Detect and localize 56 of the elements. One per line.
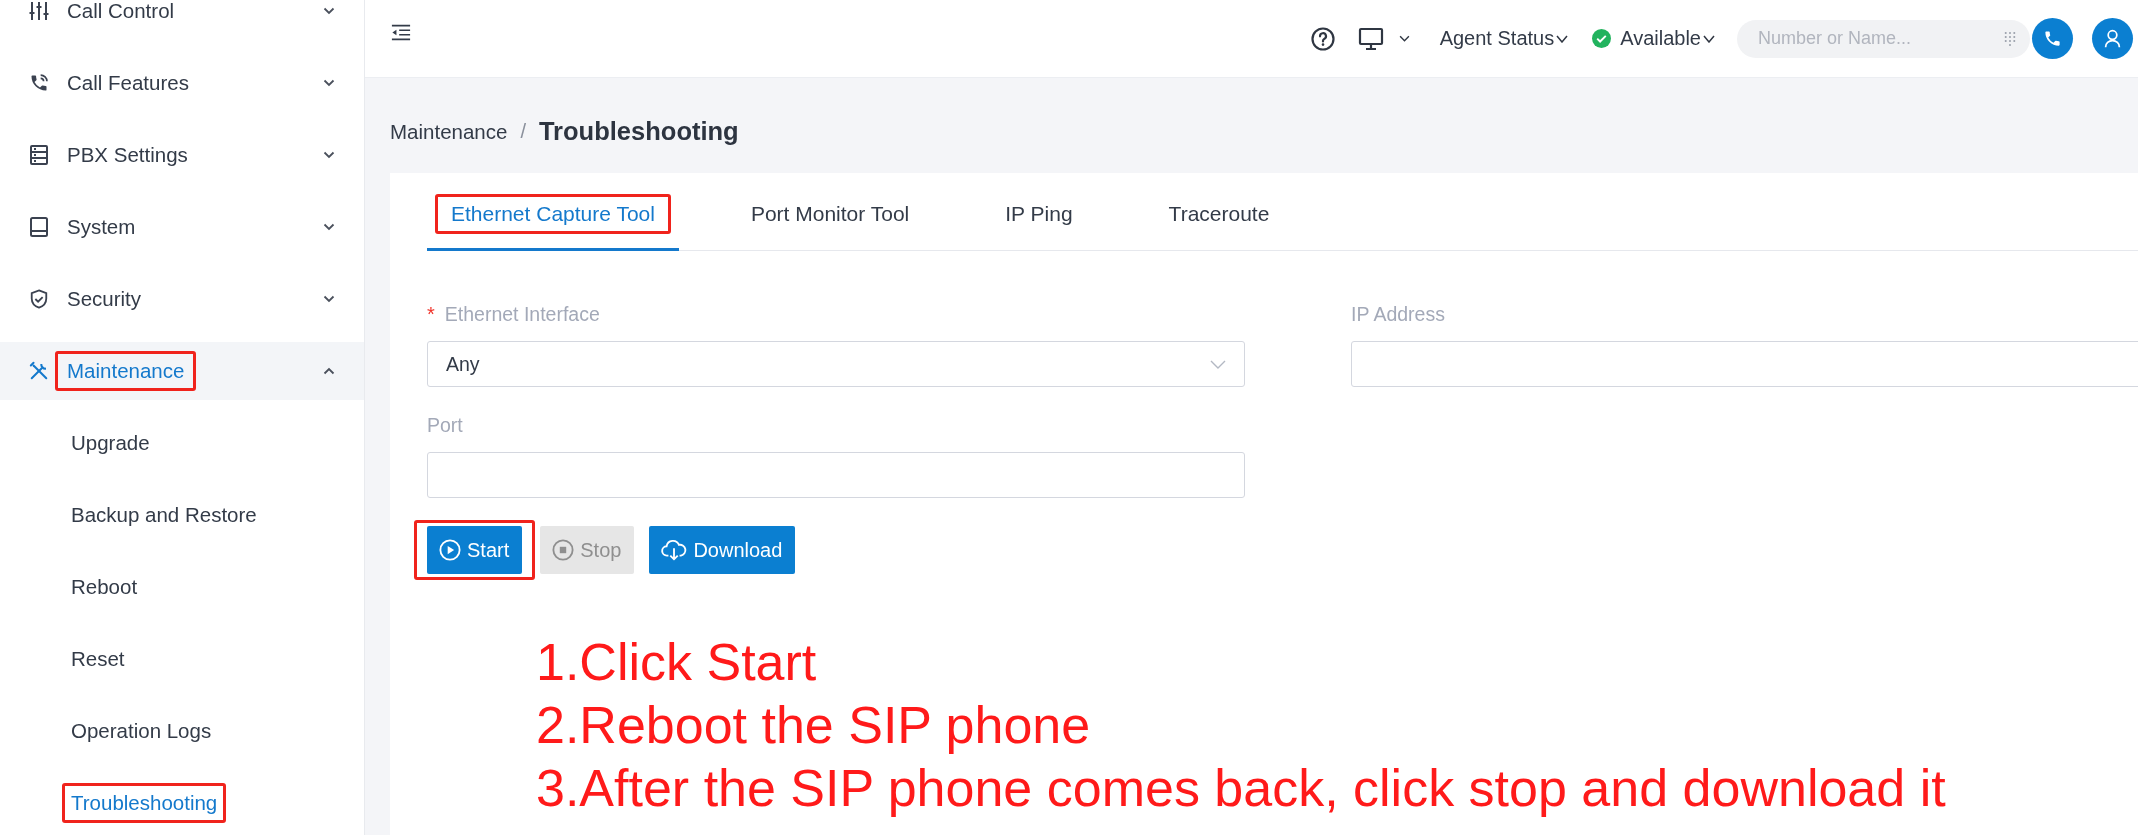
sidebar-subitem[interactable]: Troubleshooting	[0, 774, 364, 832]
agent-status-dropdown[interactable]: Agent Status	[1439, 27, 1569, 50]
breadcrumb-separator: /	[520, 120, 526, 143]
sidebar-item[interactable]: System	[0, 198, 364, 256]
sidebar-subitem[interactable]: Backup and Restore	[0, 486, 364, 544]
monitor-icon[interactable]	[1357, 26, 1384, 51]
sidebar-item[interactable]: Call Features	[0, 54, 364, 112]
input-field[interactable]	[427, 452, 1245, 498]
display-icon	[29, 217, 49, 237]
action-button[interactable]: Start	[427, 526, 523, 574]
instruction-step: 2.Reboot the SIP phone	[536, 694, 2138, 757]
sidebar-item[interactable]: Call Control	[0, 0, 364, 40]
chevron-down-icon[interactable]	[1398, 35, 1410, 42]
page-title: Troubleshooting	[538, 117, 739, 146]
sidebar-subitem[interactable]: Operation Logs	[0, 702, 364, 760]
action-button[interactable]: Download	[649, 526, 796, 574]
tab[interactable]: IP Ping	[981, 173, 1097, 251]
sidebar-subitem[interactable]: Reset	[0, 630, 364, 688]
caret-icon	[1556, 34, 1569, 43]
sidebar-item[interactable]: PBX Settings	[0, 126, 364, 184]
menu-collapse-icon[interactable]	[391, 24, 411, 41]
user-icon	[2103, 29, 2122, 48]
call-button[interactable]	[2032, 18, 2073, 59]
tab[interactable]: Traceroute	[1144, 173, 1294, 251]
sidebar-item[interactable]: Security	[0, 270, 364, 328]
tab[interactable]: Port Monitor Tool	[726, 173, 934, 251]
tools-icon	[29, 361, 49, 381]
search-field[interactable]: Number or Name...	[1737, 19, 2030, 58]
field-label: Ethernet Interface	[444, 302, 600, 326]
caret-icon	[1703, 34, 1715, 43]
sidebar-subitem[interactable]: Reboot	[0, 558, 364, 616]
required-marker: *	[427, 302, 435, 326]
server-icon	[29, 145, 49, 165]
check-circle-icon	[1592, 29, 1612, 48]
field-label: Port	[427, 413, 463, 437]
sidebar-item[interactable]: Maintenance	[0, 342, 364, 400]
sidebar-subitem[interactable]: Upgrade	[0, 414, 364, 472]
shield-check-icon	[29, 289, 49, 309]
instruction-step: 1.Click Start	[536, 631, 2138, 694]
chevron-down-icon	[1210, 359, 1226, 369]
breadcrumb-link[interactable]: Maintenance	[390, 119, 508, 144]
select-field[interactable]: Any	[427, 341, 1245, 387]
play-circle-icon	[439, 539, 461, 561]
availability-dropdown[interactable]: Available	[1592, 27, 1715, 50]
phone-icon	[29, 73, 49, 93]
cloud-download-icon	[661, 538, 688, 562]
input-field[interactable]	[1351, 341, 2138, 387]
sliders-icon	[29, 1, 49, 21]
stop-circle-icon	[552, 539, 575, 561]
dialpad-icon[interactable]	[2004, 30, 2016, 47]
avatar-button[interactable]	[2092, 18, 2133, 59]
tab[interactable]: Ethernet Capture Tool	[427, 173, 679, 251]
phone-icon	[2043, 29, 2062, 48]
help-icon[interactable]	[1310, 26, 1335, 51]
instruction-step: 3.After the SIP phone comes back, click stop and download it	[536, 757, 2138, 820]
field-label: IP Address	[1351, 302, 1445, 326]
